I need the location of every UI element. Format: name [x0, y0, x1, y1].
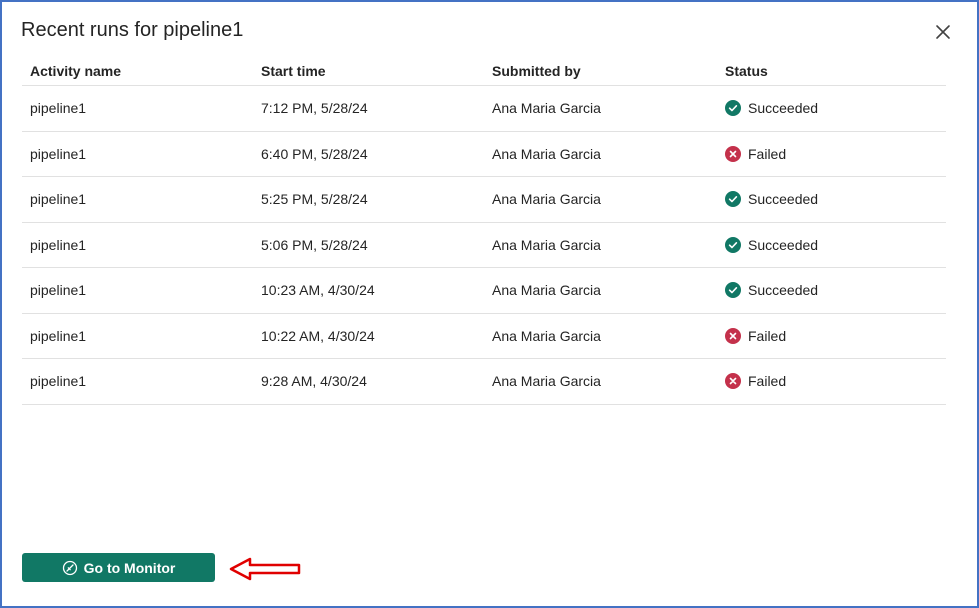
- status-label: Succeeded: [748, 100, 819, 117]
- status-label: Succeeded: [748, 282, 819, 299]
- close-button[interactable]: [932, 21, 954, 43]
- check-circle-icon: [725, 100, 741, 117]
- column-header-start-time: Start time: [261, 62, 326, 79]
- error-circle-icon: [725, 327, 741, 344]
- cell-status: Succeeded: [715, 100, 946, 117]
- cell-start-time: 6:40 PM, 5/28/24: [261, 145, 368, 162]
- cell-submitted-by: Ana Maria Garcia: [492, 100, 601, 117]
- column-header-status: Status: [725, 62, 768, 79]
- cell-status: Failed: [715, 145, 946, 162]
- cell-start-time: 9:28 AM, 4/30/24: [261, 373, 367, 390]
- cell-submitted-by: Ana Maria Garcia: [492, 191, 601, 208]
- table-row[interactable]: pipeline1 6:40 PM, 5/28/24 Ana Maria Garci…: [22, 132, 946, 177]
- cell-activity-name: pipeline1: [30, 191, 87, 208]
- cell-submitted-by: Ana Maria Garcia: [492, 327, 601, 344]
- cell-activity-name: pipeline1: [30, 282, 87, 299]
- table-row[interactable]: pipeline1 10:22 AM, 4/30/24 Ana Maria Garc…: [22, 314, 946, 359]
- error-circle-icon: [725, 373, 741, 390]
- cell-activity-name: pipeline1: [30, 236, 87, 253]
- check-circle-icon: [725, 191, 741, 208]
- status-label: Succeeded: [748, 191, 819, 208]
- close-icon: [932, 21, 954, 43]
- cell-start-time: 5:25 PM, 5/28/24: [261, 191, 368, 208]
- cell-activity-name: pipeline1: [30, 373, 87, 390]
- cell-submitted-by: Ana Maria Garcia: [492, 236, 601, 253]
- error-circle-icon: [725, 145, 741, 162]
- column-header-submitted-by: Submitted by: [492, 62, 581, 79]
- monitor-icon: [62, 560, 78, 576]
- go-to-monitor-label: Go to Monitor: [83, 559, 176, 576]
- table-row[interactable]: pipeline1 9:28 AM, 4/30/24 Ana Maria Garci…: [22, 359, 946, 405]
- red-arrow-icon: [228, 556, 302, 582]
- cell-submitted-by: Ana Maria Garcia: [492, 373, 601, 390]
- cell-status: Failed: [715, 327, 946, 344]
- check-circle-icon: [725, 282, 741, 299]
- status-label: Failed: [748, 327, 787, 344]
- cell-status: Succeeded: [715, 236, 946, 253]
- cell-status: Failed: [715, 373, 946, 390]
- runs-table: Activity name Start time Submitted by St…: [22, 56, 946, 405]
- status-label: Failed: [748, 145, 787, 162]
- cell-start-time: 5:06 PM, 5/28/24: [261, 236, 368, 253]
- cell-submitted-by: Ana Maria Garcia: [492, 282, 601, 299]
- cell-submitted-by: Ana Maria Garcia: [492, 145, 601, 162]
- table-row[interactable]: pipeline1 10:23 AM, 4/30/24 Ana Maria Garc…: [22, 268, 946, 314]
- recent-runs-dialog: Recent runs for pipeline1 Activity name …: [0, 0, 979, 608]
- cell-status: Succeeded: [715, 191, 946, 208]
- table-body: pipeline1 7:12 PM, 5/28/24 Ana Maria Garci…: [22, 86, 946, 405]
- dialog-title: Recent runs for pipeline1: [21, 19, 244, 41]
- go-to-monitor-button[interactable]: Go to Monitor: [22, 553, 215, 582]
- table-row[interactable]: pipeline1 5:25 PM, 5/28/24 Ana Maria Garci…: [22, 177, 946, 223]
- status-label: Succeeded: [748, 236, 819, 253]
- check-circle-icon: [725, 236, 741, 253]
- cell-start-time: 10:23 AM, 4/30/24: [261, 282, 375, 299]
- cell-start-time: 10:22 AM, 4/30/24: [261, 327, 375, 344]
- column-header-activity-name: Activity name: [30, 62, 122, 79]
- status-label: Failed: [748, 373, 787, 390]
- table-row[interactable]: pipeline1 5:06 PM, 5/28/24 Ana Maria Garci…: [22, 223, 946, 268]
- cell-status: Succeeded: [715, 282, 946, 299]
- table-header-row: Activity name Start time Submitted by St…: [22, 56, 946, 86]
- cell-activity-name: pipeline1: [30, 327, 87, 344]
- cell-activity-name: pipeline1: [30, 145, 87, 162]
- cell-activity-name: pipeline1: [30, 100, 87, 117]
- cell-start-time: 7:12 PM, 5/28/24: [261, 100, 368, 117]
- table-row[interactable]: pipeline1 7:12 PM, 5/28/24 Ana Maria Garci…: [22, 86, 946, 132]
